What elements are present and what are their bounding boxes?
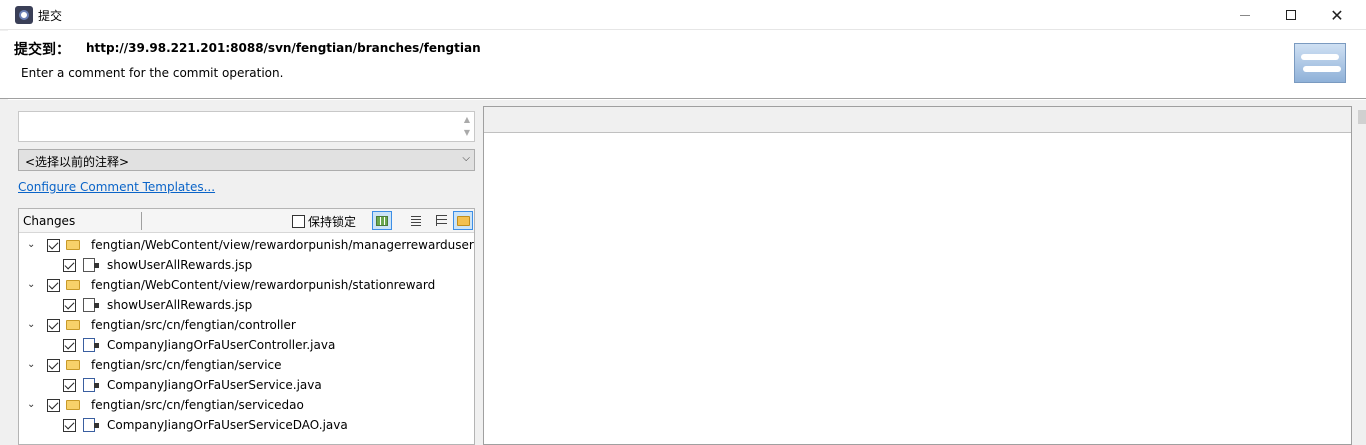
file-label: CompanyJiangOrFaUserController.java <box>107 338 336 352</box>
item-checkbox[interactable] <box>63 299 76 312</box>
maximize-icon <box>1286 10 1296 20</box>
keep-lock-label: 保持锁定 <box>308 215 357 229</box>
changes-toolbar: Changes 保持锁定 <box>19 209 474 233</box>
java-file-icon <box>83 418 99 432</box>
file-label: showUserAllRewards.jsp <box>107 298 253 312</box>
comment-input[interactable]: ▲ ▼ <box>18 111 475 142</box>
tree-row-folder[interactable]: ⌄ fengtian/WebContent/view/rewardorpunis… <box>19 275 474 295</box>
folder-view-icon <box>456 215 470 226</box>
tree-row-file[interactable]: CompanyJiangOrFaUserService.java <box>19 375 474 395</box>
tree-row-folder[interactable]: ⌄ fengtian/src/cn/fengtian/service <box>19 355 474 375</box>
jsp-file-icon <box>83 298 99 312</box>
compressed-folders-button[interactable] <box>453 211 473 230</box>
item-checkbox[interactable] <box>47 319 60 332</box>
file-label: CompanyJiangOrFaUserService.java <box>107 378 322 392</box>
item-checkbox[interactable] <box>47 359 60 372</box>
item-checkbox[interactable] <box>63 259 76 272</box>
item-checkbox[interactable] <box>47 239 60 252</box>
diff-preview-header <box>484 107 1351 133</box>
close-icon: ✕ <box>1330 5 1344 25</box>
minimize-icon <box>1240 14 1250 16</box>
grid-view-icon <box>376 215 388 226</box>
keep-lock-checkbox[interactable]: 保持锁定 <box>292 213 356 230</box>
chevron-down-icon[interactable]: ⌄ <box>27 279 37 290</box>
item-checkbox[interactable] <box>47 399 60 412</box>
item-checkbox[interactable] <box>63 379 76 392</box>
keep-lock-check-icon[interactable] <box>292 215 305 228</box>
minimize-button[interactable] <box>1222 0 1268 30</box>
svn-logo-icon <box>1294 43 1346 83</box>
previous-comments-value: <选择以前的注释> <box>25 155 130 169</box>
folder-icon <box>66 400 80 410</box>
tree-row-file[interactable]: showUserAllRewards.jsp <box>19 255 474 275</box>
folder-label: fengtian/src/cn/fengtian/service <box>91 358 282 372</box>
configure-comment-templates-link[interactable]: Configure Comment Templates... <box>18 180 215 194</box>
tree-view-button[interactable] <box>430 211 450 230</box>
commit-description: Enter a comment for the commit operation… <box>21 66 284 80</box>
item-checkbox[interactable] <box>63 339 76 352</box>
tree-row-file[interactable]: showUserAllRewards.jsp <box>19 295 474 315</box>
flat-list-button[interactable] <box>406 211 426 230</box>
file-label: showUserAllRewards.jsp <box>107 258 253 272</box>
scroll-up-icon[interactable]: ▲ <box>464 115 470 124</box>
folder-label: fengtian/src/cn/fengtian/controller <box>91 318 296 332</box>
chevron-down-icon[interactable]: ⌄ <box>27 239 37 250</box>
tree-row-folder[interactable]: ⌄ fengtian/WebContent/view/rewardorpunis… <box>19 235 474 255</box>
changes-label: Changes <box>23 214 76 228</box>
changes-panel: Changes 保持锁定 ⌄ fengtian/WebContent/view/… <box>18 208 475 445</box>
folder-label: fengtian/src/cn/fengtian/servicedao <box>91 398 304 412</box>
toolbar-separator <box>141 212 142 230</box>
folder-icon <box>66 280 80 290</box>
folder-label: fengtian/WebContent/view/rewardorpunish/… <box>91 278 436 292</box>
file-label: CompanyJiangOrFaUserServiceDAO.java <box>107 418 348 432</box>
tree-row-folder[interactable]: ⌄ fengtian/src/cn/fengtian/servicedao <box>19 395 474 415</box>
chevron-down-icon[interactable]: ⌄ <box>27 399 37 410</box>
window-title: 提交 <box>38 9 63 23</box>
tree-row-folder[interactable]: ⌄ fengtian/src/cn/fengtian/controller <box>19 315 474 335</box>
close-button[interactable]: ✕ <box>1314 0 1360 30</box>
scroll-handle[interactable] <box>1358 110 1366 124</box>
maximize-button[interactable] <box>1268 0 1314 30</box>
item-checkbox[interactable] <box>63 419 76 432</box>
item-checkbox[interactable] <box>47 279 60 292</box>
commit-url: http://39.98.221.201:8088/svn/fengtian/b… <box>86 41 481 55</box>
svn-commit-icon <box>15 6 33 24</box>
previous-comments-select[interactable]: <选择以前的注释> ⌵ <box>18 149 475 171</box>
list-view-icon <box>411 215 421 226</box>
folder-icon <box>66 320 80 330</box>
dialog-header: 提交到： http://39.98.221.201:8088/svn/fengt… <box>0 31 1366 99</box>
commit-to-label: 提交到： <box>14 42 70 58</box>
tree-row-file[interactable]: CompanyJiangOrFaUserController.java <box>19 335 474 355</box>
folder-icon <box>66 360 80 370</box>
chevron-down-icon[interactable]: ⌄ <box>27 319 37 330</box>
scroll-down-icon[interactable]: ▼ <box>464 128 470 137</box>
right-window-edge <box>1358 100 1366 445</box>
java-file-icon <box>83 378 99 392</box>
tree-row-file[interactable]: CompanyJiangOrFaUserServiceDAO.java <box>19 415 474 435</box>
chevron-down-icon[interactable]: ⌄ <box>27 359 37 370</box>
jsp-file-icon <box>83 258 99 272</box>
show-grid-button[interactable] <box>372 211 392 230</box>
title-bar: 提交 ✕ <box>0 0 1366 30</box>
folder-label: fengtian/WebContent/view/rewardorpunish/… <box>91 238 474 252</box>
tree-view-icon <box>435 215 447 226</box>
folder-icon <box>66 240 80 250</box>
chevron-down-icon: ⌵ <box>462 153 470 164</box>
diff-preview-pane <box>483 106 1352 445</box>
java-file-icon <box>83 338 99 352</box>
